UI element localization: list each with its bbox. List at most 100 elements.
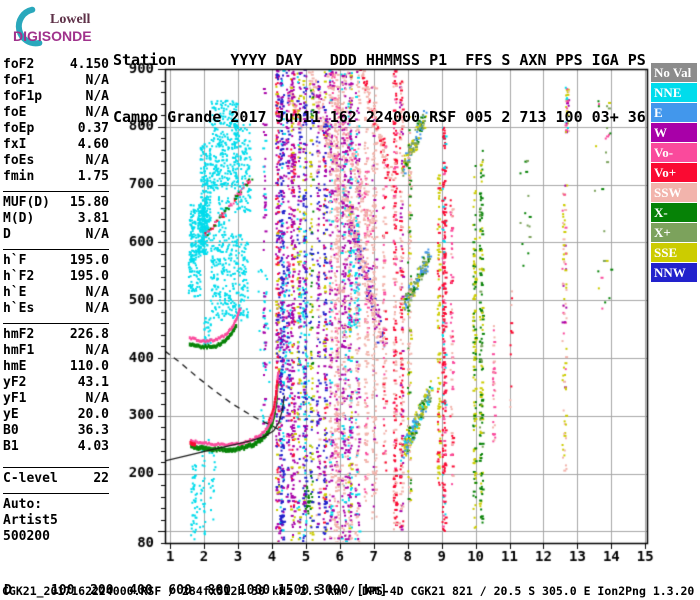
header-field-labels: Station YYYY DAY DDD HHMMSS P1 FFS S AXN… (113, 51, 646, 69)
param-row-he: h`E N/A (3, 285, 109, 301)
param-value: N/A (85, 227, 109, 242)
scaled-parameters-panel: foF2 4.150 foF1 N/A foF1p N/A foE N/A foEp 0.37 fx… (3, 57, 109, 548)
param-label: foEs (3, 153, 35, 168)
param-label: h`F (3, 253, 27, 268)
param-label: B0 (3, 423, 19, 438)
param-label: D (3, 227, 11, 242)
param-value: 15.80 (69, 195, 109, 210)
param-row-fof1p: foF1p N/A (3, 89, 109, 105)
param-row-hme: hmE 110.0 (3, 359, 109, 375)
legend-item-sse: SSE (651, 243, 697, 262)
param-row-md: M(D) 3.81 (3, 211, 109, 227)
legend-item-ssw: SSW (651, 183, 697, 202)
param-row-hf: h`F 195.0 (3, 253, 109, 269)
param-value: N/A (85, 89, 109, 104)
legend-item-nne: NNE (651, 83, 697, 102)
param-label: hmF1 (3, 343, 35, 358)
param-row-fmin: fmin 1.75 (3, 169, 109, 185)
param-row-yf1: yF1 N/A (3, 391, 109, 407)
param-value: N/A (85, 153, 109, 168)
param-label: hmF2 (3, 327, 35, 342)
param-row-foe: foE N/A (3, 105, 109, 121)
param-value: N/A (85, 301, 109, 316)
legend-item-x-: X- (651, 203, 697, 222)
param-row-foes: foEs N/A (3, 153, 109, 169)
legend-item-x+: X+ (651, 223, 697, 242)
param-row-mufd: MUF(D) 15.80 (3, 195, 109, 211)
param-value: N/A (85, 73, 109, 88)
header-field-values: Campo Grande 2017 Jun11 162 224000 RSF 0… (113, 108, 646, 126)
param-label: foEp (3, 121, 35, 136)
param-value: 195.0 (69, 269, 109, 284)
param-label: 500200 (3, 529, 50, 544)
param-label: foF1 (3, 73, 35, 88)
ionogram-screen: Lowell DIGISONDE Station YYYY DAY DDD HH… (0, 0, 700, 600)
param-row-artist5: Artist5 (3, 513, 109, 529)
param-label: foF1p (3, 89, 43, 104)
param-group: foF2 4.150 foF1 N/A foF1p N/A foE N/A foEp 0.37 fx… (3, 57, 109, 188)
param-row-fxi: fxI 4.60 (3, 137, 109, 153)
param-label: yF1 (3, 391, 27, 406)
param-group: MUF(D) 15.80 M(D) 3.81 D N/A (3, 191, 109, 246)
param-label: foF2 (3, 57, 35, 72)
param-row-hmf1: hmF1 N/A (3, 343, 109, 359)
measurement-header: Station YYYY DAY DDD HHMMSS P1 FFS S AXN… (113, 13, 646, 165)
param-value: 4.03 (77, 439, 109, 454)
legend-item-nnw: NNW (651, 263, 697, 282)
param-label: hmE (3, 359, 27, 374)
param-label: fmin (3, 169, 35, 184)
param-value: 110.0 (69, 359, 109, 374)
param-row-auto: Auto: (3, 497, 109, 513)
param-group: Auto: Artist5 500200 (3, 493, 109, 548)
param-row-b1: B1 4.03 (3, 439, 109, 455)
param-value: 0.37 (77, 121, 109, 136)
param-row-foep: foEp 0.37 (3, 121, 109, 137)
status-line: CGK21_2017162224000.RSF / 284fx512h 50 k… (2, 584, 695, 598)
param-row-yf2: yF2 43.1 (3, 375, 109, 391)
param-value: 4.150 (69, 57, 109, 72)
param-row-ye: yE 20.0 (3, 407, 109, 423)
param-label: B1 (3, 439, 19, 454)
param-label: h`F2 (3, 269, 35, 284)
param-value: 43.1 (77, 375, 109, 390)
param-label: C-level (3, 471, 58, 486)
echo-status-legend: No Val NNE E W Vo- Vo+ SSW X- X+ SSE NNW (651, 63, 697, 283)
lowell-digisonde-logo: Lowell DIGISONDE (6, 6, 110, 50)
param-label: fxI (3, 137, 27, 152)
param-value: 195.0 (69, 253, 109, 268)
param-value: 226.8 (69, 327, 109, 342)
param-label: MUF(D) (3, 195, 50, 210)
param-label: yE (3, 407, 19, 422)
param-row-b0: B0 36.3 (3, 423, 109, 439)
param-value: N/A (85, 391, 109, 406)
param-label: h`E (3, 285, 27, 300)
param-row-fof2: foF2 4.150 (3, 57, 109, 73)
param-value: 22 (93, 471, 109, 486)
param-row-d: D N/A (3, 227, 109, 243)
param-value: 3.81 (77, 211, 109, 226)
param-label: M(D) (3, 211, 35, 226)
param-value: 4.60 (77, 137, 109, 152)
param-label: h`Es (3, 301, 35, 316)
legend-item-vo+: Vo+ (651, 163, 697, 182)
param-group: h`F 195.0 h`F2 195.0 h`E N/A h`Es N/A (3, 249, 109, 320)
param-label: Artist5 (3, 513, 58, 528)
param-value: 1.75 (77, 169, 109, 184)
param-label: foE (3, 105, 27, 120)
param-row-500200: 500200 (3, 529, 109, 545)
param-group: C-level 22 (3, 467, 109, 490)
param-row-fof1: foF1 N/A (3, 73, 109, 89)
param-row-clevel: C-level 22 (3, 471, 109, 487)
param-label: Auto: (3, 497, 43, 512)
logo-digisonde-text: DIGISONDE (13, 28, 92, 44)
param-row-hes: h`Es N/A (3, 301, 109, 317)
param-label: yF2 (3, 375, 27, 390)
legend-item-w: W (651, 123, 697, 142)
logo-lowell-text: Lowell (50, 12, 91, 27)
param-group: hmF2 226.8 hmF1 N/A hmE 110.0 yF2 43.1 yF1 N/A yE 2… (3, 323, 109, 458)
param-row-hf2: h`F2 195.0 (3, 269, 109, 285)
param-value: 20.0 (77, 407, 109, 422)
legend-item-noval: No Val (651, 63, 697, 82)
param-value: 36.3 (77, 423, 109, 438)
legend-item-e: E (651, 103, 697, 122)
